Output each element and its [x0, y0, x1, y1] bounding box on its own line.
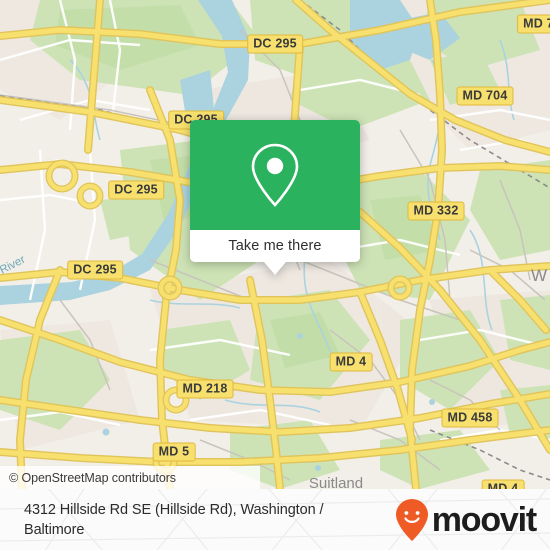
road-shield-label: DC 295 — [253, 36, 297, 51]
road-shield-label: MD 4 — [487, 481, 519, 490]
road-shield: DC 295 — [247, 34, 303, 54]
road-shield: MD 5 — [152, 442, 196, 462]
moovit-wordmark: moovit — [431, 500, 537, 539]
road-shield: MD 4 — [329, 352, 373, 372]
place-label-suitland: Suitland — [309, 475, 363, 489]
road-shield-label: MD 458 — [447, 410, 493, 425]
road-shield: MD 218 — [176, 379, 234, 399]
popup-tail-pointer — [264, 262, 286, 275]
road-shield-label: DC 295 — [114, 182, 158, 197]
road-shield-label: DC 295 — [73, 262, 117, 277]
road-shield: DC 295 — [108, 180, 164, 200]
road-shield: MD 4 — [481, 479, 525, 490]
road-shield-label: MD 4 — [335, 354, 367, 369]
moovit-pin-icon — [395, 498, 428, 541]
popup-image-area — [190, 120, 360, 230]
footer-bar: 4312 Hillside Rd SE (Hillside Rd), Washi… — [0, 489, 550, 550]
location-popup-card[interactable]: Take me there — [190, 120, 360, 275]
map-pin-icon — [251, 143, 299, 207]
take-me-there-label: Take me there — [228, 238, 322, 254]
popup-card-body[interactable]: Take me there — [190, 120, 360, 262]
road-shield: MD 704 — [456, 86, 514, 106]
road-shield-label: MD 5 — [158, 444, 190, 459]
road-shield-label: MD 332 — [413, 203, 459, 218]
footer-content: 4312 Hillside Rd SE (Hillside Rd), Washi… — [0, 489, 550, 550]
location-address-text: 4312 Hillside Rd SE (Hillside Rd), Washi… — [24, 501, 324, 538]
moovit-logo: moovit — [395, 498, 537, 542]
attribution-text: © OpenStreetMap contributors — [9, 470, 176, 485]
place-label-w: W — [531, 266, 547, 285]
road-shield: DC 295 — [67, 260, 123, 280]
road-shield: MD 332 — [407, 201, 465, 221]
road-shield: MD 70 — [517, 14, 550, 34]
road-shield: MD 458 — [441, 408, 499, 428]
road-shield-label: MD 70 — [523, 16, 550, 31]
road-shield-label: MD 218 — [182, 381, 228, 396]
road-shield-label: MD 704 — [462, 88, 508, 103]
map-attribution: © OpenStreetMap contributors — [0, 466, 260, 489]
popup-action-row[interactable]: Take me there — [190, 230, 360, 262]
